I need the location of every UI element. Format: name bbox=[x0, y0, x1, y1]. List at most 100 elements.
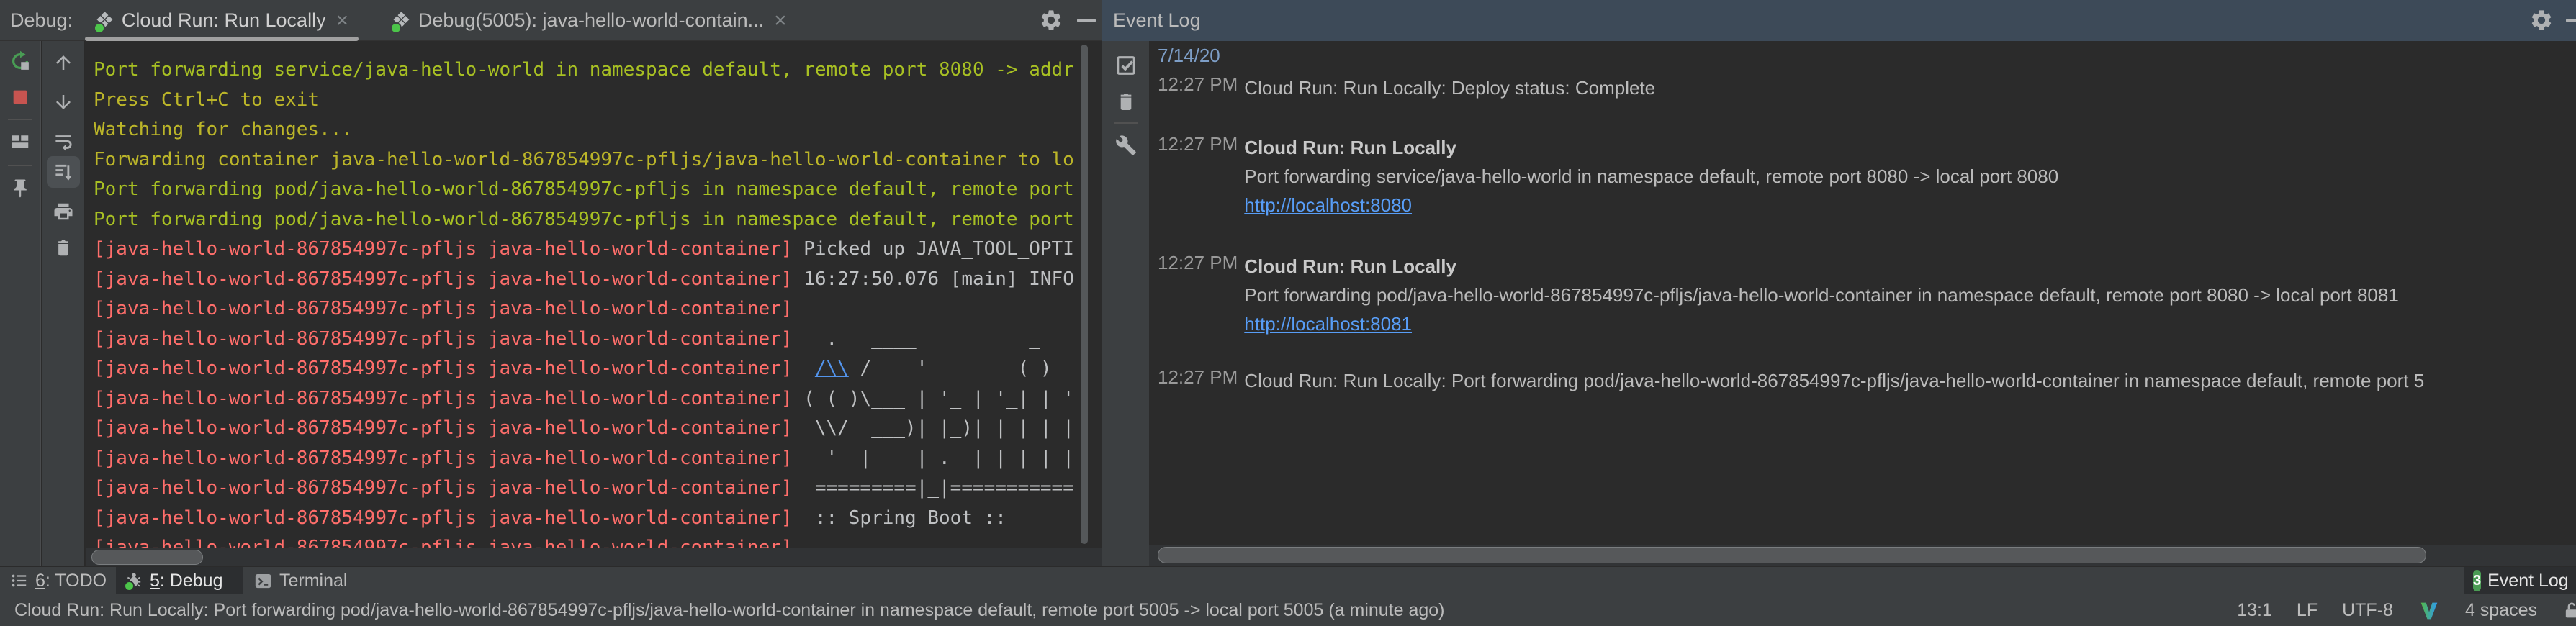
console-line: [java-hello-world-867854997c-pfljs java-… bbox=[94, 444, 1078, 474]
console-line: Press Ctrl+C to exit bbox=[94, 86, 1078, 116]
running-status-dot bbox=[94, 22, 105, 34]
event-log-hide-icon[interactable] bbox=[2566, 19, 2576, 22]
indent-setting[interactable]: 4 spaces bbox=[2465, 600, 2537, 621]
console-line: [java-hello-world-867854997c-pfljs java-… bbox=[94, 473, 1078, 504]
down-arrow-icon[interactable] bbox=[53, 91, 74, 113]
hide-icon[interactable] bbox=[1077, 19, 1096, 22]
rerun-icon[interactable] bbox=[9, 50, 31, 72]
event-link[interactable]: http://localhost:8081 bbox=[1244, 313, 1412, 335]
console-line: Forwarding container java-hello-world-86… bbox=[94, 145, 1078, 176]
event-body: Cloud Run: Run LocallyPort forwarding po… bbox=[1244, 252, 2399, 338]
console-output[interactable]: Port forwarding service/java-hello-world… bbox=[86, 41, 1078, 548]
running-status-dot bbox=[124, 581, 135, 591]
clear-all-icon[interactable] bbox=[1114, 90, 1138, 113]
event-time: 12:27 PM bbox=[1158, 73, 1238, 96]
console-line: [java-hello-world-867854997c-pfljs java-… bbox=[94, 414, 1078, 444]
console-line: [java-hello-world-867854997c-pfljs java-… bbox=[94, 325, 1078, 355]
event-message: Cloud Run: Run Locally: Port forwarding … bbox=[1244, 366, 2424, 395]
toolwindow-debug-button[interactable]: 5: Debug bbox=[116, 567, 243, 594]
encoding[interactable]: UTF-8 bbox=[2342, 600, 2393, 621]
print-icon[interactable] bbox=[53, 201, 74, 222]
event-body: Cloud Run: Run Locally: Port forwarding … bbox=[1244, 366, 2424, 395]
running-status-dot bbox=[390, 22, 402, 34]
event-source: Cloud Run: Run Locally bbox=[1244, 133, 2058, 162]
debug-label: Debug: bbox=[10, 0, 73, 41]
console-line: [java-hello-world-867854997c-pfljs java-… bbox=[94, 504, 1078, 534]
event-message: Cloud Run: Run Locally: Deploy status: C… bbox=[1244, 73, 1655, 102]
event-log-title: Event Log bbox=[1113, 0, 1201, 41]
status-bar-widgets: 13:1 LF UTF-8 4 spaces bbox=[2237, 594, 2576, 626]
event-log-entry: 12:27 PM Cloud Run: Run LocallyPort forwa… bbox=[1158, 252, 2576, 338]
status-message: Cloud Run: Run Locally: Port forwarding … bbox=[14, 594, 1445, 626]
tool-window-bar: 6: TODO 5: Debug Terminal 3 Event Log bbox=[0, 566, 2576, 594]
event-link[interactable]: http://localhost:8080 bbox=[1244, 194, 1412, 216]
console-line: Port forwarding pod/java-hello-world-867… bbox=[94, 205, 1078, 235]
console-options-toolbar bbox=[42, 41, 85, 566]
cursor-position[interactable]: 13:1 bbox=[2237, 600, 2272, 621]
console-line: [java-hello-world-867854997c-pfljs java-… bbox=[94, 265, 1078, 295]
stop-icon[interactable] bbox=[10, 87, 30, 107]
run-controls-toolbar bbox=[0, 41, 41, 566]
console-line: Port forwarding pod/java-hello-world-867… bbox=[94, 175, 1078, 205]
pin-icon[interactable] bbox=[9, 178, 31, 199]
clear-all-icon[interactable] bbox=[53, 237, 74, 258]
up-arrow-icon[interactable] bbox=[53, 52, 74, 73]
close-tab-icon[interactable]: × bbox=[336, 9, 349, 33]
cloud-code-icon: ❖ bbox=[392, 10, 411, 32]
unlocked-icon[interactable] bbox=[2562, 601, 2576, 621]
event-log-entry: 12:27 PM Cloud Run: Run Locally: Deploy s… bbox=[1158, 73, 2576, 102]
toolbar-divider bbox=[1114, 122, 1138, 124]
event-body: Cloud Run: Run LocallyPort forwarding se… bbox=[1244, 133, 2058, 219]
event-log-header[interactable]: Event Log bbox=[1102, 0, 2576, 41]
event-source: Cloud Run: Run Locally bbox=[1244, 252, 2399, 281]
console-horizontal-scrollbar[interactable] bbox=[91, 550, 203, 565]
event-log-entry: 12:27 PM Cloud Run: Run LocallyPort forwa… bbox=[1158, 133, 2576, 219]
status-bar: Cloud Run: Run Locally: Port forwarding … bbox=[0, 594, 2576, 626]
settings-wrench-icon[interactable] bbox=[1115, 135, 1137, 156]
console-line: Watching for changes... bbox=[94, 115, 1078, 145]
event-count-badge: 3 bbox=[2473, 570, 2481, 591]
toolwindow-terminal-button[interactable]: Terminal bbox=[245, 567, 356, 594]
close-tab-icon[interactable]: × bbox=[774, 9, 787, 33]
event-log-settings-gear-icon[interactable] bbox=[2529, 8, 2554, 32]
console-horizontal-scrollbar-track bbox=[86, 548, 1102, 566]
mark-all-read-icon[interactable] bbox=[1114, 54, 1138, 77]
cloud-code-v-icon[interactable] bbox=[2418, 599, 2441, 622]
event-body: Cloud Run: Run Locally: Deploy status: C… bbox=[1244, 73, 1655, 102]
console-line: [java-hello-world-867854997c-pfljs java-… bbox=[94, 384, 1078, 414]
console-line: [java-hello-world-867854997c-pfljs java-… bbox=[94, 354, 1078, 384]
event-log-content[interactable]: 7/14/20 12:27 PM Cloud Run: Run Locally: D… bbox=[1149, 41, 2576, 566]
scroll-to-end-icon[interactable] bbox=[53, 161, 74, 183]
soft-wrap-icon[interactable] bbox=[53, 131, 74, 153]
console-vertical-scrollbar[interactable] bbox=[1081, 45, 1088, 544]
event-message: Port forwarding service/java-hello-world… bbox=[1244, 162, 2058, 191]
toolbar-divider bbox=[8, 119, 32, 120]
event-time: 12:27 PM bbox=[1158, 252, 1238, 274]
restore-layout-icon[interactable] bbox=[9, 131, 31, 153]
tab-label: Debug(5005): java-hello-world-contain... bbox=[418, 9, 764, 32]
toolwindow-todo-button[interactable]: 6: TODO bbox=[1, 567, 115, 594]
ide-window: Debug: ❖ Cloud Run: Run Locally × ❖ Debu… bbox=[0, 0, 2576, 626]
console-line: [java-hello-world-867854997c-pfljs java-… bbox=[94, 235, 1078, 265]
toolwindow-event-log-button[interactable]: 3 Event Log bbox=[2464, 567, 2576, 594]
tab-debug-5005[interactable]: ❖ Debug(5005): java-hello-world-contain.… bbox=[382, 0, 797, 41]
event-message: Port forwarding pod/java-hello-world-867… bbox=[1244, 281, 2399, 309]
debug-bug-icon bbox=[125, 571, 143, 590]
event-log-horizontal-scrollbar-track bbox=[1149, 545, 2576, 566]
console-line: [java-hello-world-867854997c-pfljs java-… bbox=[94, 533, 1078, 548]
event-log-entry: 12:27 PM Cloud Run: Run Locally: Port for… bbox=[1158, 366, 2576, 395]
event-log-horizontal-scrollbar[interactable] bbox=[1158, 547, 2426, 563]
tab-cloud-run-run-locally[interactable]: ❖ Cloud Run: Run Locally × bbox=[85, 0, 359, 41]
console-line: Port forwarding service/java-hello-world… bbox=[94, 55, 1078, 86]
line-ending[interactable]: LF bbox=[2297, 600, 2318, 621]
settings-gear-icon[interactable] bbox=[1039, 8, 1063, 32]
event-log-toolbar bbox=[1102, 41, 1149, 566]
terminal-icon bbox=[253, 571, 273, 591]
event-log-date: 7/14/20 bbox=[1158, 45, 1220, 67]
todo-list-icon bbox=[10, 571, 29, 590]
console-line: [java-hello-world-867854997c-pfljs java-… bbox=[94, 294, 1078, 325]
event-time: 12:27 PM bbox=[1158, 366, 1238, 389]
cloud-code-icon: ❖ bbox=[95, 10, 114, 32]
event-time: 12:27 PM bbox=[1158, 133, 1238, 155]
tab-label: Cloud Run: Run Locally bbox=[122, 9, 326, 32]
